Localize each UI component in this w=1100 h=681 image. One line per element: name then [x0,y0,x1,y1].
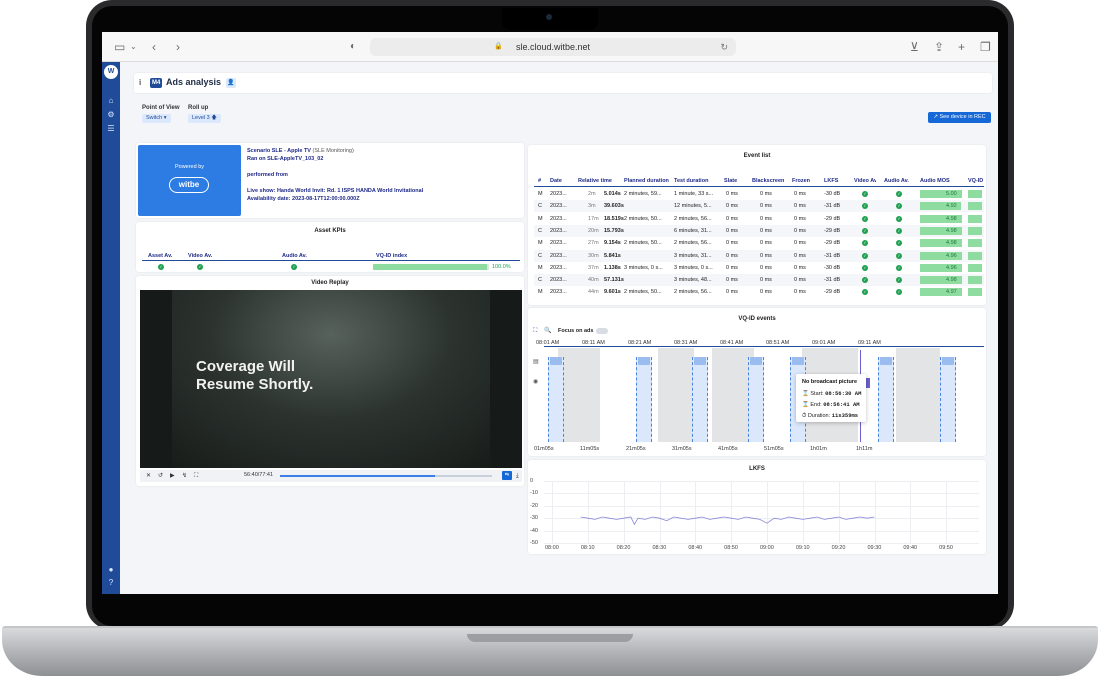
laptop-frame: ▭ ⌄ ‹ › ◐ 🔒 sle.cloud.witbe.net ↻ ⊻ ⇪ + … [0,0,1100,681]
lkfs-series-line [580,516,875,526]
camera-icon [546,14,552,20]
lkfs-chart [580,516,875,526]
screen: ▭ ⌄ ‹ › ◐ 🔒 sle.cloud.witbe.net ↻ ⊻ ⇪ + … [102,32,998,594]
laptop-groove [467,634,633,642]
